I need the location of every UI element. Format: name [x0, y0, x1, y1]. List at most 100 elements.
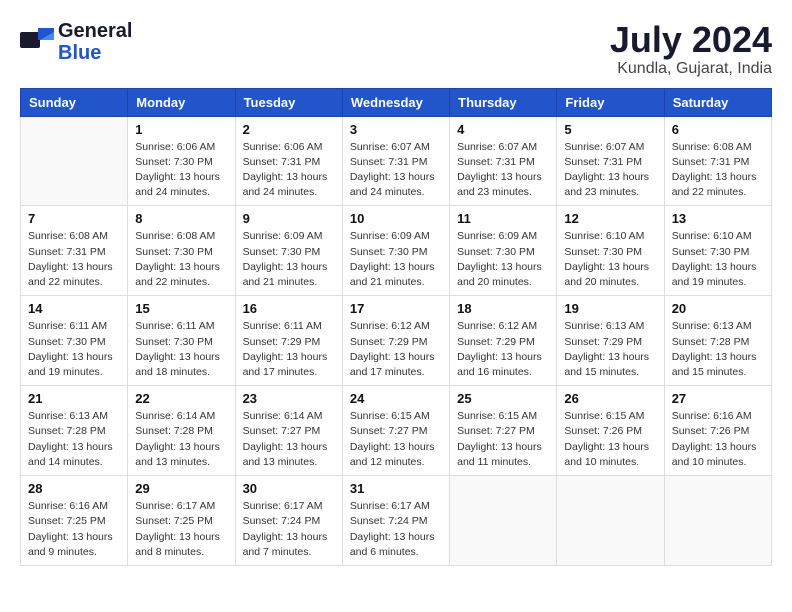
day-info: Sunrise: 6:07 AM Sunset: 7:31 PM Dayligh… — [350, 140, 442, 201]
day-info: Sunrise: 6:08 AM Sunset: 7:31 PM Dayligh… — [672, 140, 764, 201]
day-number: 25 — [457, 391, 549, 406]
day-number: 7 — [28, 211, 120, 226]
day-info: Sunrise: 6:17 AM Sunset: 7:24 PM Dayligh… — [243, 499, 335, 560]
calendar-cell — [450, 476, 557, 566]
calendar-cell: 20 Sunrise: 6:13 AM Sunset: 7:28 PM Dayli… — [664, 296, 771, 386]
calendar-cell: 12Sunrise: 6:10 AM Sunset: 7:30 PM Dayli… — [557, 206, 664, 296]
weekday-header: Tuesday — [235, 88, 342, 116]
calendar-cell: 14 Sunrise: 6:11 AM Sunset: 7:30 PM Dayli… — [21, 296, 128, 386]
calendar-cell: 24 Sunrise: 6:15 AM Sunset: 7:27 PM Dayli… — [342, 386, 449, 476]
weekday-header: Monday — [128, 88, 235, 116]
day-info: Sunrise: 6:08 AM Sunset: 7:31 PM Dayligh… — [28, 229, 120, 290]
day-info: Sunrise: 6:17 AM Sunset: 7:25 PM Dayligh… — [135, 499, 227, 560]
day-number: 13 — [672, 211, 764, 226]
calendar-cell: 21 Sunrise: 6:13 AM Sunset: 7:28 PM Dayli… — [21, 386, 128, 476]
calendar-cell: 9Sunrise: 6:09 AM Sunset: 7:30 PM Daylig… — [235, 206, 342, 296]
day-info: Sunrise: 6:16 AM Sunset: 7:26 PM Dayligh… — [672, 409, 764, 470]
day-number: 19 — [564, 301, 656, 316]
day-number: 21 — [28, 391, 120, 406]
calendar-header-row: SundayMondayTuesdayWednesdayThursdayFrid… — [21, 88, 772, 116]
day-number: 18 — [457, 301, 549, 316]
calendar-cell: 31 Sunrise: 6:17 AM Sunset: 7:24 PM Dayli… — [342, 476, 449, 566]
day-info: Sunrise: 6:15 AM Sunset: 7:26 PM Dayligh… — [564, 409, 656, 470]
calendar-cell: 7 Sunrise: 6:08 AM Sunset: 7:31 PM Daylig… — [21, 206, 128, 296]
day-number: 17 — [350, 301, 442, 316]
day-info: Sunrise: 6:10 AM Sunset: 7:30 PM Dayligh… — [672, 229, 764, 290]
weekday-header: Wednesday — [342, 88, 449, 116]
day-info: Sunrise: 6:17 AM Sunset: 7:24 PM Dayligh… — [350, 499, 442, 560]
day-number: 24 — [350, 391, 442, 406]
calendar-cell: 3 Sunrise: 6:07 AM Sunset: 7:31 PM Daylig… — [342, 116, 449, 206]
day-number: 26 — [564, 391, 656, 406]
day-number: 11 — [457, 211, 549, 226]
day-number: 29 — [135, 481, 227, 496]
day-number: 20 — [672, 301, 764, 316]
day-number: 9 — [243, 211, 335, 226]
weekday-header: Thursday — [450, 88, 557, 116]
day-info: Sunrise: 6:14 AM Sunset: 7:28 PM Dayligh… — [135, 409, 227, 470]
calendar-week-row: 7 Sunrise: 6:08 AM Sunset: 7:31 PM Daylig… — [21, 206, 772, 296]
day-info: Sunrise: 6:07 AM Sunset: 7:31 PM Dayligh… — [457, 140, 549, 201]
calendar-cell: 2 Sunrise: 6:06 AM Sunset: 7:31 PM Daylig… — [235, 116, 342, 206]
month-year-title: July 2024 — [610, 20, 772, 60]
day-number: 10 — [350, 211, 442, 226]
calendar-cell — [21, 116, 128, 206]
calendar-week-row: 28Sunrise: 6:16 AM Sunset: 7:25 PM Dayli… — [21, 476, 772, 566]
day-info: Sunrise: 6:10 AM Sunset: 7:30 PM Dayligh… — [564, 229, 656, 290]
day-info: Sunrise: 6:06 AM Sunset: 7:31 PM Dayligh… — [243, 140, 335, 201]
day-info: Sunrise: 6:08 AM Sunset: 7:30 PM Dayligh… — [135, 229, 227, 290]
calendar-week-row: 21 Sunrise: 6:13 AM Sunset: 7:28 PM Dayli… — [21, 386, 772, 476]
calendar-cell: 10 Sunrise: 6:09 AM Sunset: 7:30 PM Dayli… — [342, 206, 449, 296]
calendar-cell: 5 Sunrise: 6:07 AM Sunset: 7:31 PM Daylig… — [557, 116, 664, 206]
calendar-cell — [557, 476, 664, 566]
day-info: Sunrise: 6:11 AM Sunset: 7:30 PM Dayligh… — [28, 319, 120, 380]
day-number: 5 — [564, 122, 656, 137]
calendar-cell: 17 Sunrise: 6:12 AM Sunset: 7:29 PM Dayli… — [342, 296, 449, 386]
calendar-cell: 26 Sunrise: 6:15 AM Sunset: 7:26 PM Dayli… — [557, 386, 664, 476]
weekday-header: Sunday — [21, 88, 128, 116]
day-info: Sunrise: 6:12 AM Sunset: 7:29 PM Dayligh… — [457, 319, 549, 380]
calendar-week-row: 1Sunrise: 6:06 AM Sunset: 7:30 PM Daylig… — [21, 116, 772, 206]
day-number: 31 — [350, 481, 442, 496]
weekday-header: Friday — [557, 88, 664, 116]
day-info: Sunrise: 6:11 AM Sunset: 7:29 PM Dayligh… — [243, 319, 335, 380]
calendar-cell — [664, 476, 771, 566]
calendar-cell: 23 Sunrise: 6:14 AM Sunset: 7:27 PM Dayli… — [235, 386, 342, 476]
calendar-table: SundayMondayTuesdayWednesdayThursdayFrid… — [20, 88, 772, 566]
day-number: 3 — [350, 122, 442, 137]
day-number: 16 — [243, 301, 335, 316]
calendar-cell: 1Sunrise: 6:06 AM Sunset: 7:30 PM Daylig… — [128, 116, 235, 206]
day-info: Sunrise: 6:13 AM Sunset: 7:28 PM Dayligh… — [28, 409, 120, 470]
calendar-cell: 30 Sunrise: 6:17 AM Sunset: 7:24 PM Dayli… — [235, 476, 342, 566]
weekday-header: Saturday — [664, 88, 771, 116]
calendar-cell: 25 Sunrise: 6:15 AM Sunset: 7:27 PM Dayli… — [450, 386, 557, 476]
logo-icon — [20, 26, 54, 59]
day-number: 30 — [243, 481, 335, 496]
calendar-cell: 16 Sunrise: 6:11 AM Sunset: 7:29 PM Dayli… — [235, 296, 342, 386]
day-info: Sunrise: 6:12 AM Sunset: 7:29 PM Dayligh… — [350, 319, 442, 380]
day-number: 22 — [135, 391, 227, 406]
calendar-cell: 18 Sunrise: 6:12 AM Sunset: 7:29 PM Dayli… — [450, 296, 557, 386]
day-number: 4 — [457, 122, 549, 137]
logo: General Blue — [20, 20, 132, 64]
day-number: 23 — [243, 391, 335, 406]
day-info: Sunrise: 6:13 AM Sunset: 7:29 PM Dayligh… — [564, 319, 656, 380]
day-number: 2 — [243, 122, 335, 137]
day-info: Sunrise: 6:15 AM Sunset: 7:27 PM Dayligh… — [350, 409, 442, 470]
day-info: Sunrise: 6:07 AM Sunset: 7:31 PM Dayligh… — [564, 140, 656, 201]
page-header: General Blue July 2024 Kundla, Gujarat, … — [20, 20, 772, 78]
day-info: Sunrise: 6:15 AM Sunset: 7:27 PM Dayligh… — [457, 409, 549, 470]
day-number: 14 — [28, 301, 120, 316]
calendar-cell: 6Sunrise: 6:08 AM Sunset: 7:31 PM Daylig… — [664, 116, 771, 206]
calendar-cell: 11Sunrise: 6:09 AM Sunset: 7:30 PM Dayli… — [450, 206, 557, 296]
day-info: Sunrise: 6:13 AM Sunset: 7:28 PM Dayligh… — [672, 319, 764, 380]
location-label: Kundla, Gujarat, India — [610, 60, 772, 78]
day-info: Sunrise: 6:14 AM Sunset: 7:27 PM Dayligh… — [243, 409, 335, 470]
day-number: 1 — [135, 122, 227, 137]
day-number: 15 — [135, 301, 227, 316]
day-info: Sunrise: 6:09 AM Sunset: 7:30 PM Dayligh… — [350, 229, 442, 290]
calendar-cell: 29 Sunrise: 6:17 AM Sunset: 7:25 PM Dayli… — [128, 476, 235, 566]
logo-general-text: General — [58, 20, 132, 42]
calendar-cell: 19 Sunrise: 6:13 AM Sunset: 7:29 PM Dayli… — [557, 296, 664, 386]
day-info: Sunrise: 6:16 AM Sunset: 7:25 PM Dayligh… — [28, 499, 120, 560]
